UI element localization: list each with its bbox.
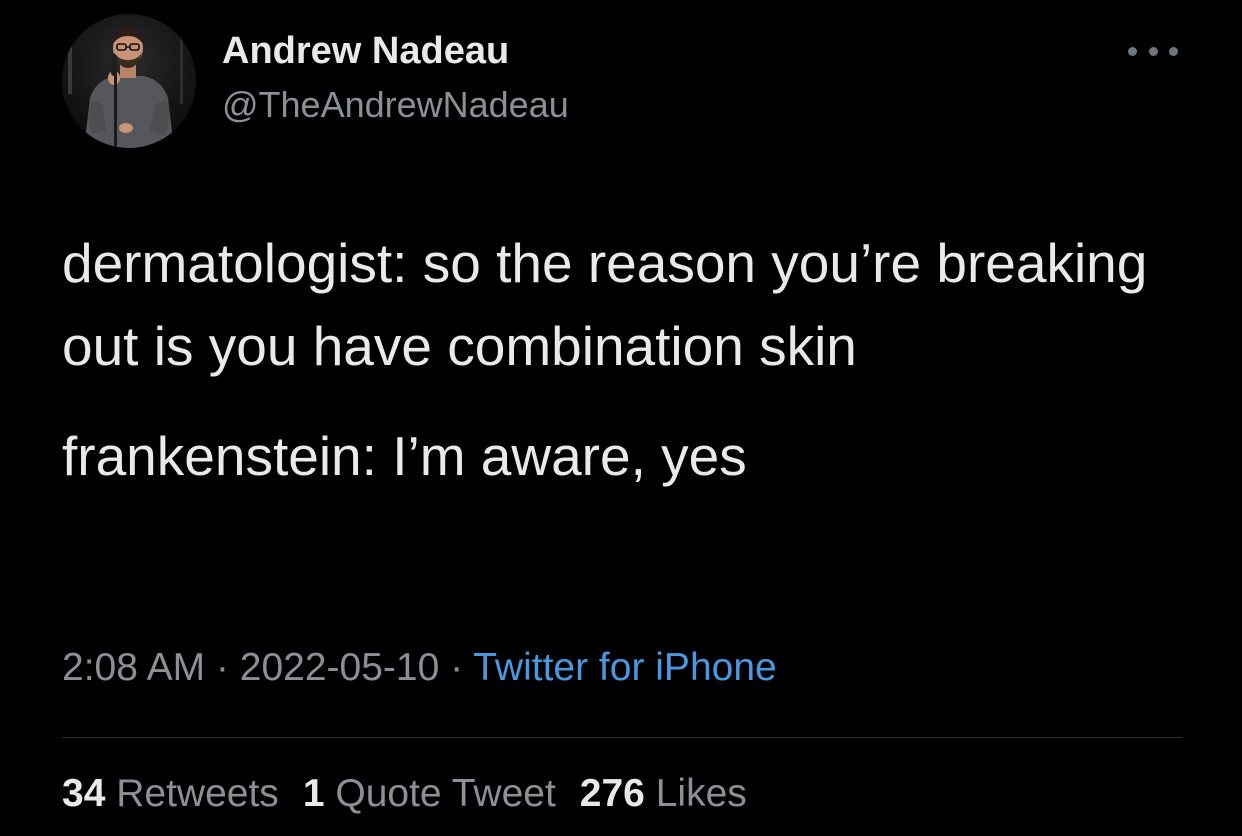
- author-handle[interactable]: @TheAndrewNadeau: [222, 84, 569, 126]
- more-dot: [1148, 46, 1158, 56]
- quotes-count: 1: [302, 772, 325, 815]
- retweets-count: 34: [62, 772, 106, 815]
- quotes-label: Quote Tweet: [335, 772, 556, 815]
- tweet-source-link[interactable]: Twitter for iPhone: [473, 646, 776, 689]
- author-name[interactable]: Andrew Nadeau: [222, 30, 509, 73]
- avatar-photo: [62, 14, 196, 148]
- divider: [62, 737, 1182, 738]
- more-dot: [1128, 46, 1137, 56]
- likes-count: 276: [579, 772, 645, 815]
- more-icon[interactable]: [1128, 36, 1178, 66]
- avatar[interactable]: [62, 14, 196, 148]
- tweet-paragraph: frankenstein: I’m aware, yes: [62, 425, 747, 487]
- meta-separator: ·: [439, 646, 474, 689]
- tweet-time[interactable]: 2:08 AM: [62, 646, 205, 689]
- quote-tweets-stat[interactable]: 1 Quote Tweet: [303, 772, 556, 815]
- tweet: Andrew Nadeau @TheAndrewNadeau dermatolo…: [0, 0, 1242, 836]
- likes-label: Likes: [655, 772, 747, 815]
- tweet-stats: 34 Retweets 1 Quote Tweet 276 Likes: [62, 772, 747, 816]
- retweets-label: Retweets: [116, 772, 279, 815]
- tweet-meta: 2:08 AM · 2022-05-10 · Twitter for iPhon…: [62, 646, 777, 690]
- meta-separator: ·: [205, 646, 240, 689]
- likes-stat[interactable]: 276 Likes: [580, 772, 747, 815]
- tweet-paragraph: dermatologist: so the reason you’re brea…: [62, 232, 1148, 377]
- tweet-text: dermatologist: so the reason you’re brea…: [62, 222, 1202, 498]
- tweet-date[interactable]: 2022-05-10: [240, 646, 440, 689]
- retweets-stat[interactable]: 34 Retweets: [62, 772, 279, 815]
- more-dot: [1169, 46, 1178, 56]
